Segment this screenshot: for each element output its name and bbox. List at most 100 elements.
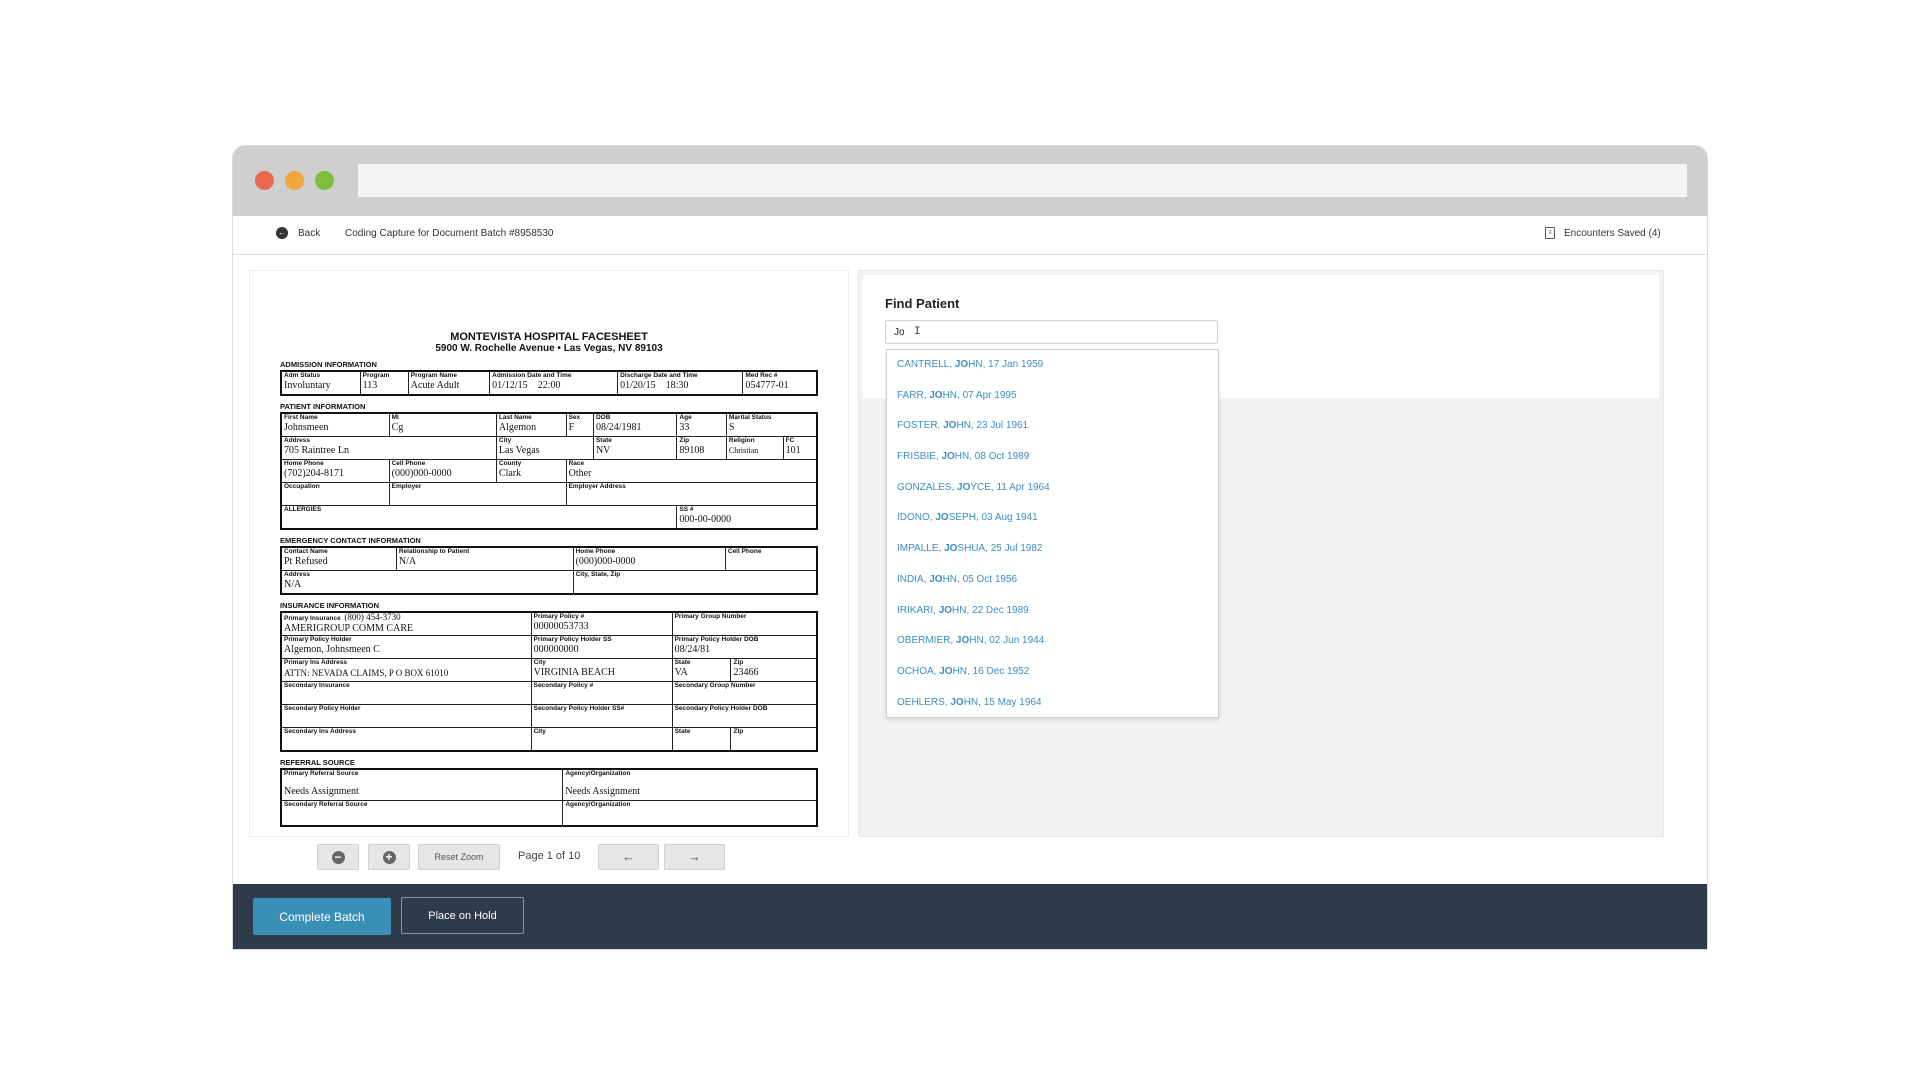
patient-result-item[interactable]: IRIKARI, JOHN, 22 Dec 1989 (887, 596, 1218, 627)
form-cell: Secondary Policy # (530, 681, 673, 705)
form-cell: Employer (388, 482, 567, 506)
form-cell: Admission Date and Time 01/12/15 22:00 (489, 370, 619, 396)
patient-result-item[interactable]: CANTRELL, JOHN, 17 Jan 1959 (887, 350, 1218, 381)
result-match-highlight: JO (939, 665, 953, 677)
form-cell: Marital Status S (725, 412, 818, 437)
form-cell: Primary Policy Holder Algemon, Johnsmeen … (280, 635, 532, 659)
form-cell: City (530, 727, 673, 752)
result-name-part: HN, 17 Jan 1959 (968, 359, 1044, 370)
page-indicator: Page 1 of 10 (518, 850, 581, 862)
insurance-table: Primary Insurance (800) 454-3730 AMERIGRO… (280, 611, 818, 752)
patient-result-item[interactable]: INDIA, JOHN, 05 Oct 1956 (887, 565, 1218, 596)
form-cell: Secondary Referral Source (280, 800, 564, 827)
patient-result-item[interactable]: FARR, JOHN, 07 Apr 1995 (887, 381, 1218, 412)
form-cell: Med Rec #054777-01 (742, 370, 818, 396)
referral-table: Primary Referral Source Needs Assignment … (280, 768, 818, 827)
admission-table: Adm Status Involuntary Program 113 Program… (280, 370, 818, 396)
form-cell: Agency/Organization Needs Assignment (562, 768, 818, 801)
patient-result-item[interactable]: IMPALLE, JOSHUA, 25 Jul 1982 (887, 534, 1218, 565)
patient-result-item[interactable]: OBERMIER, JOHN, 02 Jun 1944 (887, 626, 1218, 657)
section-heading: INSURANCE INFORMATION (280, 601, 380, 610)
document-icon: ≡ (1545, 227, 1555, 239)
patient-result-item[interactable]: FOSTER, JOHN, 23 Jul 1961 (887, 411, 1218, 442)
form-cell: Primary Insurance (800) 454-3730 AMERIGRO… (280, 611, 532, 636)
form-cell: SS #000-00-0000 (676, 505, 818, 530)
result-name-part: FARR, (897, 389, 930, 401)
back-link[interactable]: Back (298, 228, 320, 239)
plus-circle-icon: + (382, 851, 396, 865)
form-cell: City, State, Zip (572, 570, 818, 595)
form-cell: Primary Referral Source Needs Assignment (280, 768, 564, 801)
form-cell: County Clark (495, 459, 567, 483)
section-heading: EMERGENCY CONTACT INFORMATION (280, 536, 421, 545)
result-name-part: SHUA, 25 Jul 1982 (957, 543, 1043, 555)
facesheet-document: MONTEVISTA HOSPITAL FACESHEET 5900 W. Ro… (280, 331, 818, 827)
place-on-hold-button[interactable]: Place on Hold (401, 897, 524, 934)
reset-zoom-button[interactable]: Reset Zoom (418, 844, 500, 870)
zoom-in-button[interactable]: + (368, 844, 410, 870)
form-cell: Occupation (280, 482, 390, 506)
result-name-part: HN, 07 Apr 1995 (942, 389, 1017, 401)
form-cell: Secondary Policy Holder DOB (671, 704, 818, 728)
form-cell: Contact Name Pt Refused (280, 546, 397, 571)
result-name-part: HN, 05 Oct 1956 (942, 573, 1018, 585)
form-cell: Zip (730, 727, 818, 752)
form-cell: Address 705 Raintree Ln (280, 436, 497, 460)
patient-result-item[interactable]: OEHLERS, JOHN, 15 May 1964 (887, 688, 1218, 719)
text-cursor-icon: I (914, 326, 921, 338)
patient-result-item[interactable]: GONZALES, JOYCE, 11 Apr 1964 (887, 473, 1218, 504)
back-arrow-icon[interactable]: ← (276, 227, 288, 239)
form-cell: Primary Policy #00000053733 (530, 611, 673, 636)
patient-table: First Name Johnsmeen MI Cg Last Name Algemo… (280, 412, 818, 530)
section-heading: REFERRAL SOURCE (280, 758, 355, 767)
page-title: Coding Capture for Document Batch #89585… (345, 228, 554, 239)
result-match-highlight: JO (950, 696, 964, 708)
form-cell: Home Phone (000)000-0000 (572, 546, 726, 571)
patient-search-input[interactable] (885, 320, 1218, 344)
browser-window: ← Back Coding Capture for Document Batch… (233, 146, 1707, 949)
form-cell: Primary Group Number (671, 611, 818, 636)
result-name-part: GONZALES, (897, 481, 958, 493)
result-name-part: FRISBIE, (897, 451, 942, 463)
address-bar[interactable] (358, 164, 1687, 197)
form-cell: FC 101 (782, 436, 818, 460)
result-name-part: IDONO, (897, 512, 936, 524)
result-match-highlight: JO (943, 420, 957, 432)
form-cell: Secondary Policy Holder SS# (530, 704, 673, 728)
close-window-dot[interactable] (255, 171, 274, 190)
result-name-part: IMPALLE, (897, 543, 945, 555)
patient-result-item[interactable]: FRISBIE, JOHN, 08 Oct 1989 (887, 442, 1218, 473)
document-title: MONTEVISTA HOSPITAL FACESHEET (450, 331, 648, 343)
arrow-left-icon: ← (622, 849, 635, 864)
result-match-highlight: JO (955, 635, 970, 647)
form-cell: State (671, 727, 732, 752)
form-cell: Program 113 (359, 370, 409, 396)
result-match-highlight: JO (944, 543, 958, 555)
result-name-part: CANTRELL, (897, 359, 955, 370)
zoom-out-button[interactable]: − (317, 844, 359, 870)
form-cell: Cell Phone (724, 546, 818, 571)
minimize-window-dot[interactable] (285, 171, 304, 190)
result-name-part: HN, 23 Jul 1961 (956, 420, 1029, 432)
next-page-button[interactable]: → (664, 844, 725, 870)
patient-result-item[interactable]: IDONO, JOSEPH, 03 Aug 1941 (887, 503, 1218, 534)
result-name-part: HN, 16 Dec 1952 (952, 665, 1030, 677)
maximize-window-dot[interactable] (315, 171, 334, 190)
document-address: 5900 W. Rochelle Avenue • Las Vegas, NV … (435, 343, 663, 354)
form-cell: Primary Ins Address ATTN: NEVADA CLAIMS, … (280, 658, 532, 682)
form-cell: Employer Address (565, 482, 818, 506)
form-cell: Secondary Ins Address (280, 727, 532, 752)
form-cell: ALLERGIES (280, 505, 678, 530)
complete-batch-button[interactable]: Complete Batch (253, 898, 391, 935)
minus-circle-icon: − (331, 851, 345, 865)
form-cell: Zip 89108 (676, 436, 727, 460)
patient-result-item[interactable]: OCHOA, JOHN, 16 Dec 1952 (887, 657, 1218, 688)
result-name-part: HN, 15 May 1964 (963, 696, 1042, 708)
previous-page-button[interactable]: ← (598, 844, 659, 870)
form-cell: Religion Christian (725, 436, 784, 460)
result-name-part: FOSTER, (897, 420, 944, 432)
result-name-part: INDIA, (897, 573, 930, 585)
section-heading: ADMISSION INFORMATION (280, 360, 377, 369)
form-cell: Last Name Algemon (495, 412, 567, 437)
encounters-saved-link[interactable]: Encounters Saved (4) (1564, 228, 1661, 239)
